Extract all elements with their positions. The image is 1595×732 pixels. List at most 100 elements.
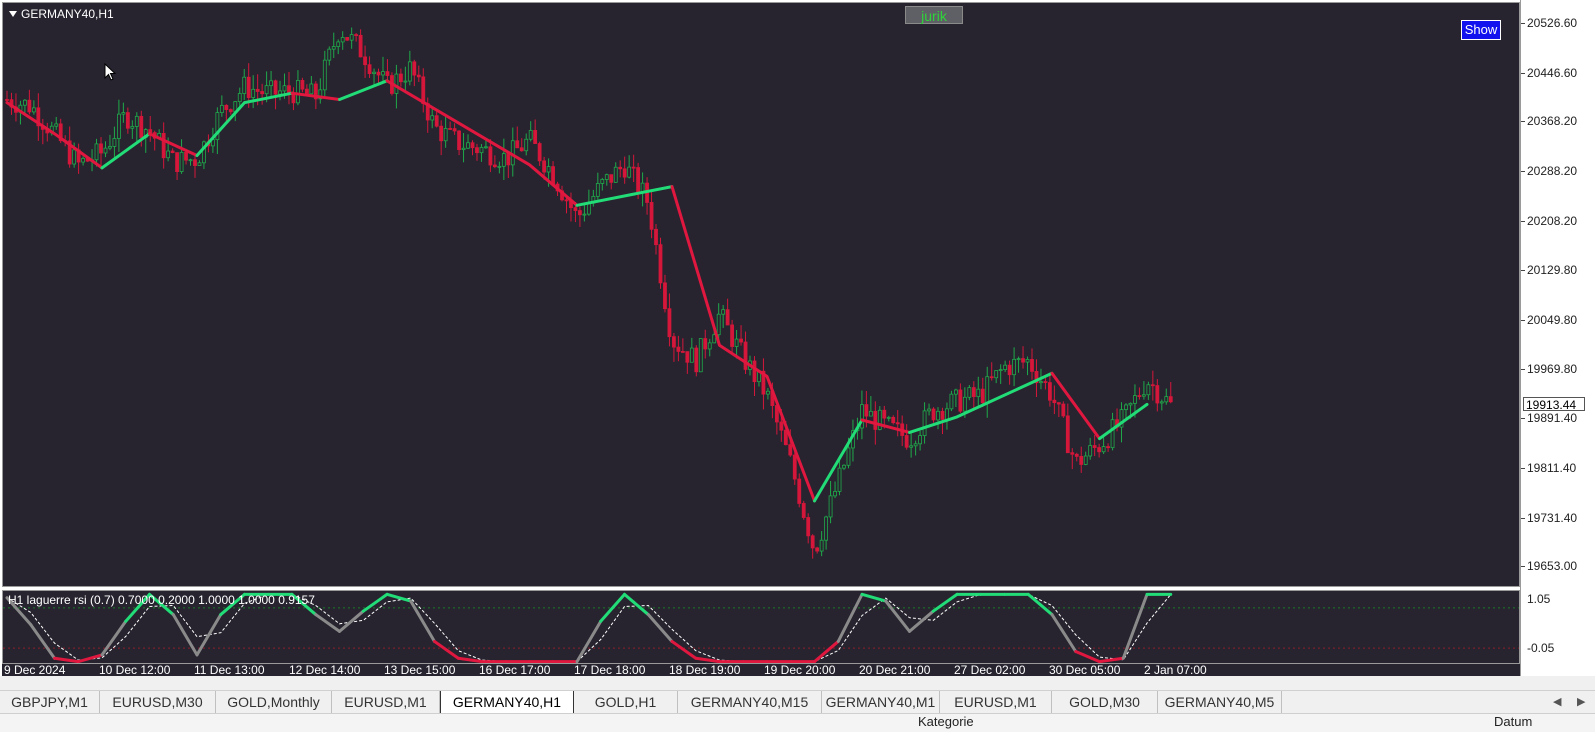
candle-body — [918, 435, 922, 445]
show-button[interactable]: Show — [1461, 20, 1501, 40]
candle-body — [810, 535, 815, 549]
candle-body — [1168, 396, 1173, 403]
laguerre-rsi-segment — [813, 639, 840, 663]
tab-scroll-left-icon[interactable]: ◀ — [1553, 691, 1561, 713]
candle-body — [116, 113, 121, 139]
chart-tab[interactable]: GERMANY40,M1 — [822, 691, 940, 713]
candle-body — [1092, 445, 1097, 448]
toolbox-panel: Kategorie Datum — [0, 713, 1595, 732]
candle-body — [407, 61, 412, 82]
chart-tab[interactable]: EURUSD,M30 — [100, 691, 216, 713]
chart-tab[interactable]: GBPJPY,M1 — [0, 691, 100, 713]
candle-body — [622, 168, 627, 178]
time-label: 12 Dec 14:00 — [289, 663, 361, 677]
candle-body — [542, 160, 547, 173]
candle-body — [882, 409, 887, 419]
symbol-title[interactable]: GERMANY40,H1 — [9, 7, 114, 21]
indicator-pane[interactable]: H1 laguerre rsi (0.7) 0.7000 0.2000 1.00… — [2, 590, 1520, 664]
candle-body — [358, 34, 363, 58]
candle-body — [676, 346, 681, 352]
candle-body — [184, 151, 188, 161]
candle-body — [703, 338, 708, 350]
candle-body — [1030, 358, 1034, 372]
jurik-segment — [338, 79, 389, 101]
price-axis[interactable]: 20526.60 20446.60 20368.20 20288.20 20208.20… — [1520, 0, 1595, 676]
candle-body — [434, 115, 439, 127]
time-label: 13 Dec 15:00 — [384, 663, 456, 677]
jurik-segment — [5, 101, 104, 170]
chart-tab[interactable]: GERMANY40,M15 — [678, 691, 822, 713]
candle-body — [31, 107, 36, 113]
candle-body — [1141, 394, 1146, 397]
candle-body — [909, 445, 914, 448]
candle-body — [367, 64, 372, 74]
candle-body — [260, 91, 265, 95]
candle-body — [439, 125, 444, 142]
candle-body — [519, 147, 524, 152]
candle-body — [586, 202, 591, 215]
candle-body — [1079, 455, 1084, 465]
price-tick — [1521, 467, 1525, 469]
candle-body — [1065, 415, 1070, 454]
price-tick — [1521, 418, 1525, 420]
candle-body — [349, 34, 354, 41]
price-label: 19731.40 — [1527, 510, 1578, 525]
laguerre-rsi-segment — [694, 656, 721, 663]
candle-body — [792, 454, 797, 480]
jurik-button[interactable]: jurik — [905, 6, 963, 24]
candle-body — [134, 115, 139, 127]
price-tick — [1521, 566, 1525, 568]
candle-body — [1056, 402, 1061, 405]
candle-body — [1012, 358, 1016, 376]
price-label: 20288.20 — [1527, 164, 1578, 179]
chart-tab[interactable]: GOLD,H1 — [574, 691, 678, 713]
dropdown-triangle-icon[interactable] — [9, 11, 17, 17]
candle-body — [269, 80, 273, 87]
candle-body — [1159, 401, 1164, 404]
candle-body — [609, 174, 614, 183]
candle-body — [1137, 395, 1142, 397]
candle-body — [680, 350, 685, 353]
time-label: 27 Dec 02:00 — [954, 663, 1026, 677]
chart-tab[interactable]: EURUSD,M1 — [332, 691, 440, 713]
time-label: 20 Dec 21:00 — [859, 663, 931, 677]
candle-body — [1106, 446, 1110, 449]
price-label: 19653.00 — [1527, 559, 1578, 574]
laguerre-rsi-segment — [931, 592, 959, 613]
candle-body — [287, 85, 291, 94]
candle-body — [372, 71, 376, 74]
chart-tab[interactable]: GERMANY40,M5 — [1158, 691, 1282, 713]
candle-body — [1128, 402, 1133, 406]
tab-scroll-right-icon[interactable]: ▶ — [1577, 691, 1585, 713]
candle-body — [1150, 384, 1155, 387]
candle-body — [940, 410, 945, 420]
candle-body — [524, 138, 529, 152]
time-axis: 9 Dec 2024 10 Dec 12:00 11 Dec 13:00 12 Dec… — [2, 663, 1520, 677]
price-label: 20446.60 — [1527, 65, 1578, 80]
candle-body — [1110, 419, 1115, 449]
candle-body — [1043, 381, 1048, 383]
column-header-kategorie[interactable]: Kategorie — [918, 714, 974, 729]
price-label: 20208.20 — [1527, 213, 1578, 228]
candle-body — [663, 282, 667, 310]
candle-body — [130, 126, 135, 129]
chart-tab[interactable]: GERMANY40,H1 — [440, 691, 574, 714]
candle-body — [273, 80, 278, 95]
time-label: 18 Dec 19:00 — [669, 663, 741, 677]
candle-body — [1007, 364, 1012, 376]
candle-body — [949, 393, 954, 410]
main-chart-pane[interactable]: GERMANY40,H1 jurik Show — [2, 2, 1520, 587]
candle-body — [819, 539, 824, 552]
candle-body — [824, 516, 829, 541]
candle-body — [421, 76, 426, 104]
chart-tab[interactable]: GOLD,Monthly — [216, 691, 332, 713]
chart-tab[interactable]: GOLD,M30 — [1052, 691, 1158, 713]
column-header-datum[interactable]: Datum — [1494, 714, 1532, 729]
candle-body — [533, 130, 538, 144]
price-chart[interactable] — [3, 3, 1520, 587]
price-label: 19969.80 — [1527, 362, 1578, 377]
laguerre-rsi-segment — [884, 599, 911, 633]
chart-tab[interactable]: EURUSD,M1 — [940, 691, 1052, 713]
candle-body — [672, 336, 676, 348]
candle-body — [1133, 395, 1137, 404]
